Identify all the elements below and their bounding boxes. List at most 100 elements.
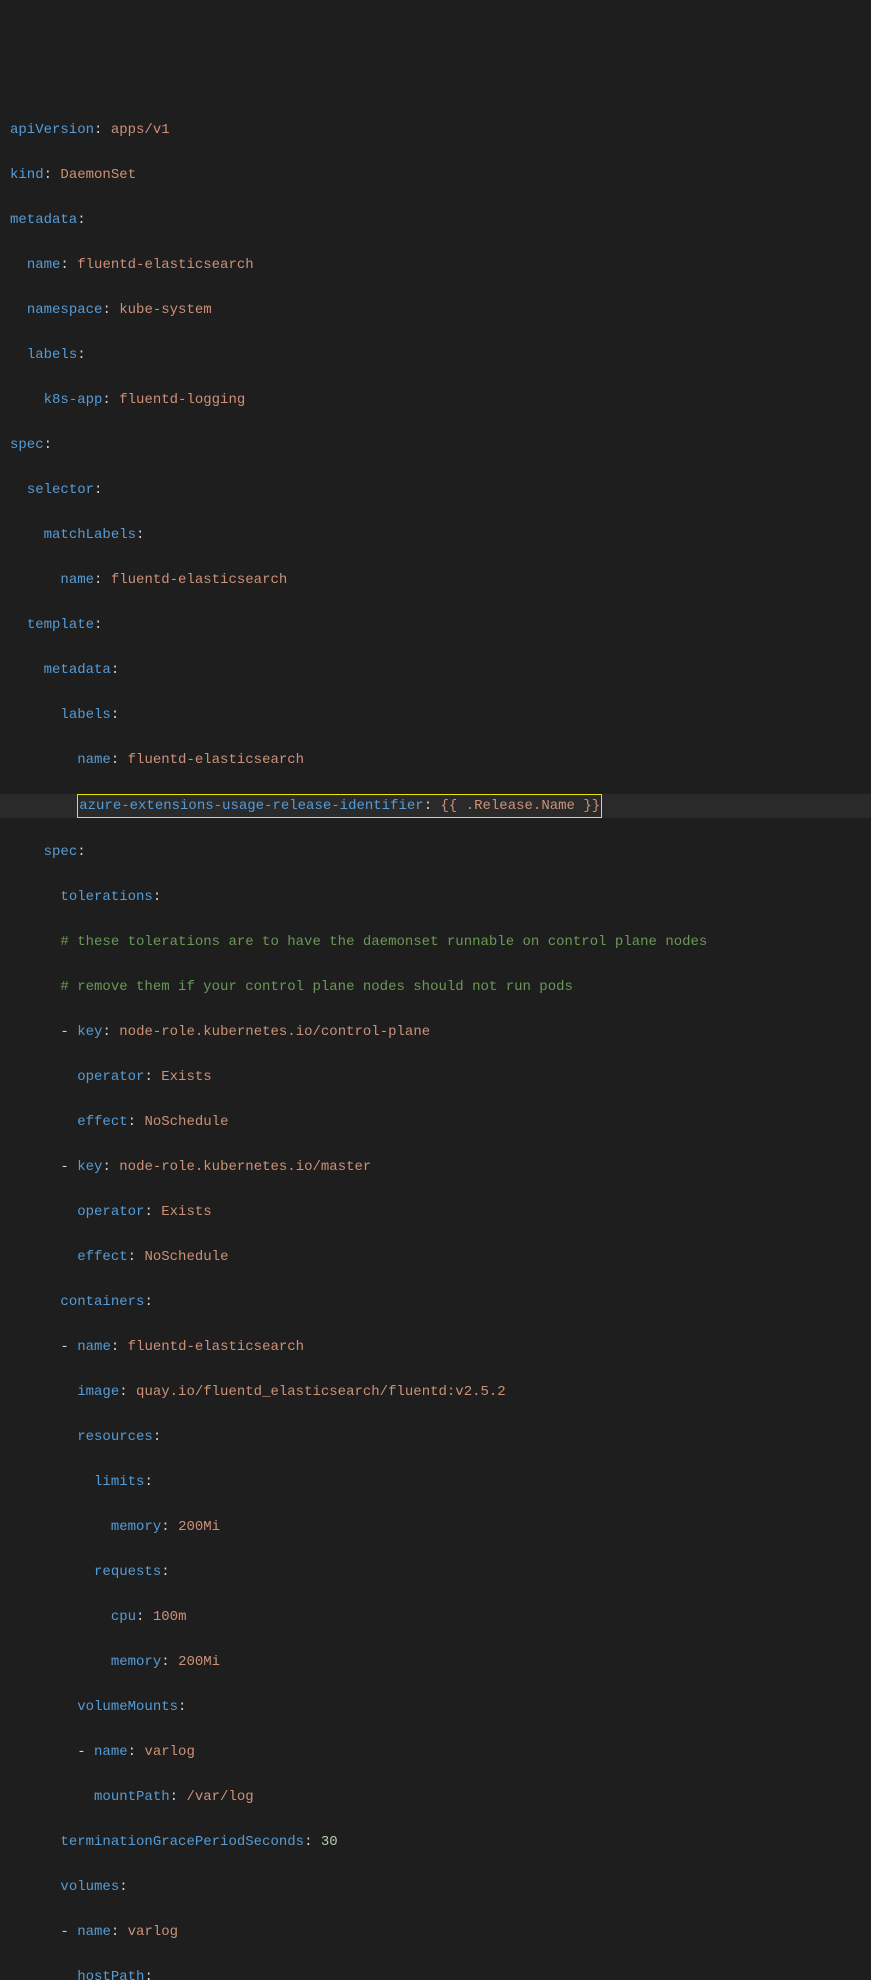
- yaml-key: kind: [10, 167, 44, 183]
- yaml-key: image: [77, 1384, 119, 1400]
- yaml-value: fluentd-elasticsearch: [77, 257, 253, 273]
- code-line: # remove them if your control plane node…: [0, 976, 871, 999]
- yaml-key: effect: [77, 1114, 127, 1130]
- yaml-value: NoSchedule: [144, 1249, 228, 1265]
- code-line: name: fluentd-elasticsearch: [0, 254, 871, 277]
- yaml-value: fluentd-logging: [119, 392, 245, 408]
- yaml-value: /var/log: [186, 1789, 253, 1805]
- code-line: name: fluentd-elasticsearch: [0, 749, 871, 772]
- yaml-key: volumes: [60, 1879, 119, 1895]
- highlight-box: azure-extensions-usage-release-identifie…: [77, 794, 602, 819]
- yaml-value: apps/v1: [111, 122, 170, 138]
- code-line: spec:: [0, 434, 871, 457]
- yaml-value: node-role.kubernetes.io/master: [119, 1159, 371, 1175]
- code-line: name: fluentd-elasticsearch: [0, 569, 871, 592]
- yaml-value: fluentd-elasticsearch: [128, 1339, 304, 1355]
- yaml-key: metadata: [10, 212, 77, 228]
- yaml-comment: # remove them if your control plane node…: [60, 979, 572, 995]
- yaml-key: volumeMounts: [77, 1699, 178, 1715]
- code-block: apiVersion: apps/v1 kind: DaemonSet meta…: [0, 96, 871, 1980]
- yaml-key: operator: [77, 1204, 144, 1220]
- code-line: k8s-app: fluentd-logging: [0, 389, 871, 412]
- yaml-value: kube-system: [119, 302, 211, 318]
- yaml-key: name: [77, 1339, 111, 1355]
- code-line: resources:: [0, 1426, 871, 1449]
- code-line: volumeMounts:: [0, 1696, 871, 1719]
- yaml-key: requests: [94, 1564, 161, 1580]
- code-line: matchLabels:: [0, 524, 871, 547]
- yaml-value: quay.io/fluentd_elasticsearch/fluentd:v2…: [136, 1384, 506, 1400]
- yaml-key: namespace: [27, 302, 103, 318]
- code-line: effect: NoSchedule: [0, 1246, 871, 1269]
- yaml-key: cpu: [111, 1609, 136, 1625]
- code-line: memory: 200Mi: [0, 1651, 871, 1674]
- yaml-value: Exists: [161, 1069, 211, 1085]
- yaml-key: name: [77, 1924, 111, 1940]
- yaml-key: k8s-app: [44, 392, 103, 408]
- yaml-key: spec: [10, 437, 44, 453]
- code-line: - key: node-role.kubernetes.io/control-p…: [0, 1021, 871, 1044]
- code-line: effect: NoSchedule: [0, 1111, 871, 1134]
- yaml-key: azure-extensions-usage-release-identifie…: [79, 798, 423, 814]
- yaml-key: resources: [77, 1429, 153, 1445]
- code-line: mountPath: /var/log: [0, 1786, 871, 1809]
- code-line: - key: node-role.kubernetes.io/master: [0, 1156, 871, 1179]
- yaml-key: operator: [77, 1069, 144, 1085]
- yaml-value: Exists: [161, 1204, 211, 1220]
- yaml-value: {{ .Release.Name }}: [441, 798, 601, 814]
- yaml-comment: # these tolerations are to have the daem…: [60, 934, 707, 950]
- yaml-value: node-role.kubernetes.io/control-plane: [119, 1024, 430, 1040]
- code-line: template:: [0, 614, 871, 637]
- yaml-value: 200Mi: [178, 1519, 220, 1535]
- yaml-key: key: [77, 1024, 102, 1040]
- code-line: memory: 200Mi: [0, 1516, 871, 1539]
- yaml-key: limits: [94, 1474, 144, 1490]
- code-line: labels:: [0, 344, 871, 367]
- yaml-key: effect: [77, 1249, 127, 1265]
- yaml-key: name: [27, 257, 61, 273]
- code-line: apiVersion: apps/v1: [0, 119, 871, 142]
- yaml-key: memory: [111, 1519, 161, 1535]
- yaml-key: terminationGracePeriodSeconds: [60, 1834, 304, 1850]
- yaml-key: spec: [44, 844, 78, 860]
- yaml-key: matchLabels: [44, 527, 136, 543]
- yaml-value: 100m: [153, 1609, 187, 1625]
- code-line: # these tolerations are to have the daem…: [0, 931, 871, 954]
- code-line: hostPath:: [0, 1966, 871, 1980]
- code-line: namespace: kube-system: [0, 299, 871, 322]
- yaml-key: name: [94, 1744, 128, 1760]
- code-line: limits:: [0, 1471, 871, 1494]
- yaml-key: name: [60, 572, 94, 588]
- code-line: spec:: [0, 841, 871, 864]
- yaml-value: fluentd-elasticsearch: [128, 752, 304, 768]
- code-line: - name: fluentd-elasticsearch: [0, 1336, 871, 1359]
- yaml-key: mountPath: [94, 1789, 170, 1805]
- yaml-value: fluentd-elasticsearch: [111, 572, 287, 588]
- code-line: operator: Exists: [0, 1201, 871, 1224]
- code-line: selector:: [0, 479, 871, 502]
- yaml-value: 200Mi: [178, 1654, 220, 1670]
- yaml-value: varlog: [144, 1744, 194, 1760]
- yaml-key: metadata: [44, 662, 111, 678]
- code-line: containers:: [0, 1291, 871, 1314]
- yaml-value: 30: [321, 1834, 338, 1850]
- code-line: metadata:: [0, 209, 871, 232]
- code-line: tolerations:: [0, 886, 871, 909]
- code-line: operator: Exists: [0, 1066, 871, 1089]
- code-line: labels:: [0, 704, 871, 727]
- yaml-value: NoSchedule: [144, 1114, 228, 1130]
- yaml-key: hostPath: [77, 1969, 144, 1980]
- yaml-key: memory: [111, 1654, 161, 1670]
- yaml-key: containers: [60, 1294, 144, 1310]
- yaml-key: tolerations: [60, 889, 152, 905]
- yaml-value: varlog: [128, 1924, 178, 1940]
- highlighted-line: azure-extensions-usage-release-identifie…: [0, 794, 871, 819]
- yaml-value: DaemonSet: [60, 167, 136, 183]
- code-line: - name: varlog: [0, 1921, 871, 1944]
- yaml-key: selector: [27, 482, 94, 498]
- code-line: requests:: [0, 1561, 871, 1584]
- code-line: - name: varlog: [0, 1741, 871, 1764]
- yaml-key: labels: [60, 707, 110, 723]
- code-line: image: quay.io/fluentd_elasticsearch/flu…: [0, 1381, 871, 1404]
- code-line: kind: DaemonSet: [0, 164, 871, 187]
